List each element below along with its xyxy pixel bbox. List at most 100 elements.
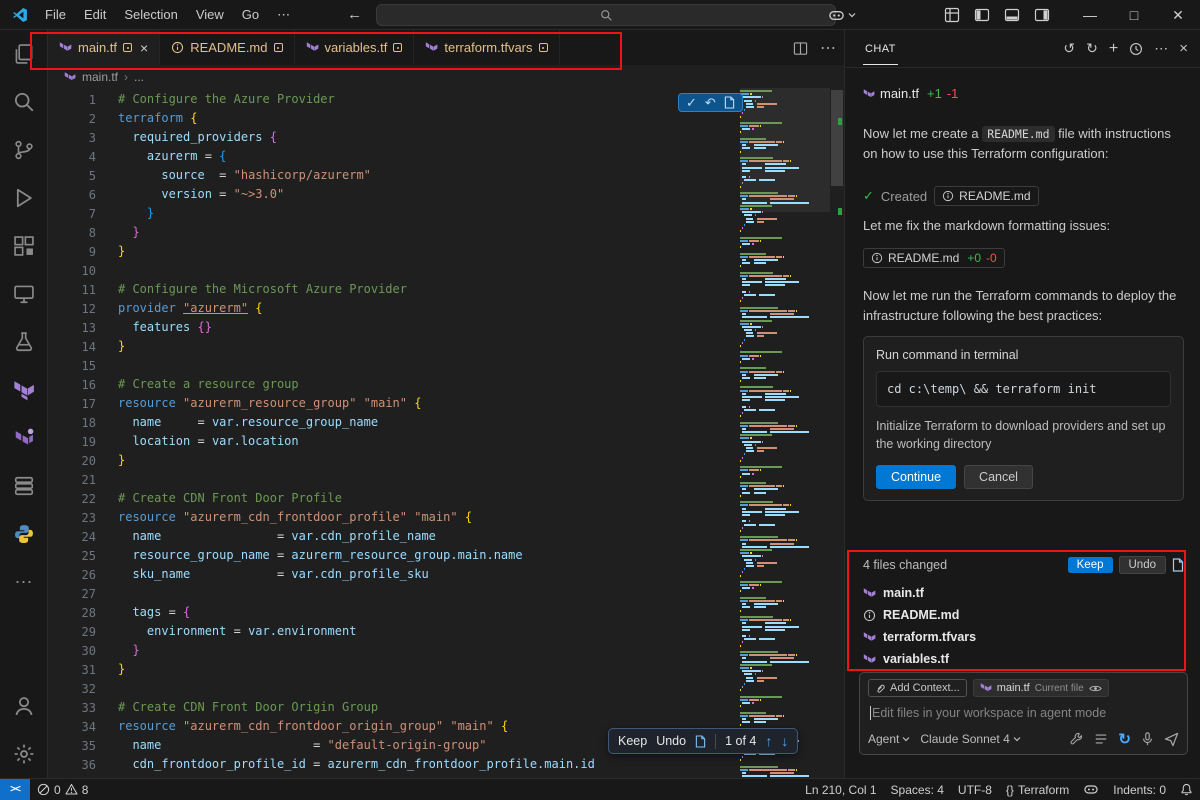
tab-variables-tf[interactable]: variables.tf — [295, 30, 415, 65]
code-line[interactable]: 1# Configure the Azure Provider — [48, 90, 595, 109]
code-line[interactable]: 18 name = var.resource_group_name — [48, 413, 595, 432]
undo-button[interactable]: Undo — [656, 734, 686, 748]
terminal-output-icon[interactable] — [1094, 732, 1108, 746]
code-line[interactable]: 11# Configure the Microsoft Azure Provid… — [48, 280, 595, 299]
changed-file-row[interactable]: README.md — [863, 604, 1184, 626]
extensions-icon[interactable] — [0, 222, 48, 270]
code-line[interactable]: 8 } — [48, 223, 595, 242]
code-line[interactable]: 32 — [48, 679, 595, 698]
indentation-setting[interactable]: Spaces: 4 — [884, 779, 951, 800]
code-line[interactable]: 21 — [48, 470, 595, 489]
dirty-indicator-icon[interactable] — [123, 43, 132, 52]
code-line[interactable]: 26 sku_name = var.cdn_profile_sku — [48, 565, 595, 584]
code-line[interactable]: 25 resource_group_name = azurerm_resourc… — [48, 546, 595, 565]
code-line[interactable]: 5 source = "hashicorp/azurerm" — [48, 166, 595, 185]
code-line[interactable]: 22# Create CDN Front Door Profile — [48, 489, 595, 508]
code-line[interactable]: 2terraform { — [48, 109, 595, 128]
code-line[interactable]: 16# Create a resource group — [48, 375, 595, 394]
code-line[interactable]: 29 environment = var.environment — [48, 622, 595, 641]
send-icon[interactable] — [1164, 732, 1179, 747]
encoding-setting[interactable]: UTF-8 — [951, 779, 999, 800]
mode-selector[interactable]: Agent — [868, 732, 910, 746]
remote-explorer-icon[interactable] — [0, 270, 48, 318]
scrollbar-thumb[interactable] — [831, 90, 843, 186]
minimap[interactable] — [740, 88, 830, 778]
code-line[interactable]: 36 cdn_frontdoor_profile_id = azurerm_cd… — [48, 755, 595, 774]
auto-approve-icon[interactable]: ↻ — [1118, 730, 1131, 748]
run-debug-icon[interactable] — [0, 174, 48, 222]
tab-main-tf[interactable]: main.tf × — [48, 30, 160, 65]
command-center-search[interactable] — [376, 4, 836, 26]
indents-indicator[interactable]: Indents: 0 — [1106, 779, 1173, 800]
accounts-icon[interactable] — [0, 682, 48, 730]
created-file-pill[interactable]: README.md — [934, 186, 1038, 206]
view-file-icon[interactable] — [724, 96, 735, 109]
tab-terraform-tfvars[interactable]: terraform.tfvars — [414, 30, 559, 65]
code-line[interactable]: 14} — [48, 337, 595, 356]
code-line[interactable]: 15 — [48, 356, 595, 375]
tools-icon[interactable] — [1070, 732, 1084, 746]
eye-icon[interactable] — [1089, 684, 1102, 693]
more-views-icon[interactable]: ⋯ — [0, 558, 48, 606]
copilot-status[interactable] — [1076, 779, 1106, 800]
close-tab-icon[interactable]: × — [140, 40, 148, 56]
diff-file-pill[interactable]: README.md +0 -0 — [863, 248, 1005, 268]
menu-file[interactable]: File — [36, 4, 75, 26]
toggle-primary-sidebar-icon[interactable] — [974, 7, 990, 23]
close-chat-icon[interactable]: × — [1179, 40, 1188, 57]
terraform-icon[interactable] — [0, 366, 48, 414]
model-selector[interactable]: Claude Sonnet 4 — [920, 732, 1020, 746]
editor-scrollbar[interactable] — [830, 88, 844, 778]
code-line[interactable]: 28 tags = { — [48, 603, 595, 622]
notifications-bell-icon[interactable] — [1173, 779, 1200, 800]
code-editor[interactable]: 1# Configure the Azure Provider2terrafor… — [48, 88, 844, 778]
toggle-secondary-sidebar-icon[interactable] — [1034, 7, 1050, 23]
menu-go[interactable]: Go — [233, 4, 268, 26]
code-line[interactable]: 6 version = "~>3.0" — [48, 185, 595, 204]
keep-all-button[interactable]: Keep — [1068, 557, 1113, 573]
chat-input-box[interactable]: Add Context... main.tf Current file Edit… — [859, 672, 1188, 755]
source-control-icon[interactable] — [0, 126, 48, 174]
diff-file-icon[interactable] — [695, 735, 706, 748]
code-line[interactable]: 12provider "azurerm" { — [48, 299, 595, 318]
view-all-edits-icon[interactable] — [1172, 558, 1184, 572]
code-line[interactable]: 35 name = "default-origin-group" — [48, 736, 595, 755]
menu-view[interactable]: View — [187, 4, 233, 26]
code-line[interactable]: 17resource "azurerm_resource_group" "mai… — [48, 394, 595, 413]
minimize-icon[interactable]: — — [1068, 0, 1112, 30]
infra-resources-icon[interactable] — [0, 462, 48, 510]
code-line[interactable]: 20} — [48, 451, 595, 470]
tab-readme-md[interactable]: README.md — [160, 30, 294, 65]
cursor-position[interactable]: Ln 210, Col 1 — [798, 779, 883, 800]
editor-more-actions-icon[interactable]: ⋯ — [820, 38, 836, 58]
menu-selection[interactable]: Selection — [115, 4, 186, 26]
terraform-cloud-icon[interactable] — [0, 414, 48, 462]
split-editor-icon[interactable] — [793, 41, 808, 56]
attached-file-chip[interactable]: main.tf Current file — [973, 679, 1109, 697]
dirty-indicator-icon[interactable] — [274, 43, 283, 52]
add-context-button[interactable]: Add Context... — [868, 679, 967, 697]
keep-button[interactable]: Keep — [618, 734, 647, 748]
next-edit-icon[interactable]: ↓ — [781, 733, 788, 749]
changed-file-badge[interactable]: main.tf +1 -1 — [863, 86, 1184, 101]
copilot-menu[interactable] — [828, 8, 856, 23]
dirty-indicator-icon[interactable] — [393, 43, 402, 52]
microphone-icon[interactable] — [1141, 732, 1154, 746]
code-line[interactable]: 23resource "azurerm_cdn_frontdoor_profil… — [48, 508, 595, 527]
breadcrumb-more[interactable]: ... — [134, 70, 144, 84]
cancel-button[interactable]: Cancel — [964, 465, 1033, 489]
chat-input-placeholder[interactable]: Edit files in your workspace in agent mo… — [872, 706, 1106, 720]
previous-edit-icon[interactable]: ↑ — [765, 733, 772, 749]
customize-layout-icon[interactable] — [944, 7, 960, 23]
code-line[interactable]: 3 required_providers { — [48, 128, 595, 147]
accept-edit-icon[interactable]: ✓ — [686, 95, 697, 111]
changed-file-row[interactable]: main.tf — [863, 582, 1184, 604]
back-arrow-icon[interactable]: ← — [347, 6, 362, 23]
code-line[interactable]: 13 features {} — [48, 318, 595, 337]
menu-more[interactable]: ⋯ — [268, 4, 299, 26]
code-line[interactable]: 33# Create CDN Front Door Origin Group — [48, 698, 595, 717]
continue-button[interactable]: Continue — [876, 465, 956, 489]
code-line[interactable]: 7 } — [48, 204, 595, 223]
code-line[interactable]: 9} — [48, 242, 595, 261]
code-line[interactable]: 30 } — [48, 641, 595, 660]
